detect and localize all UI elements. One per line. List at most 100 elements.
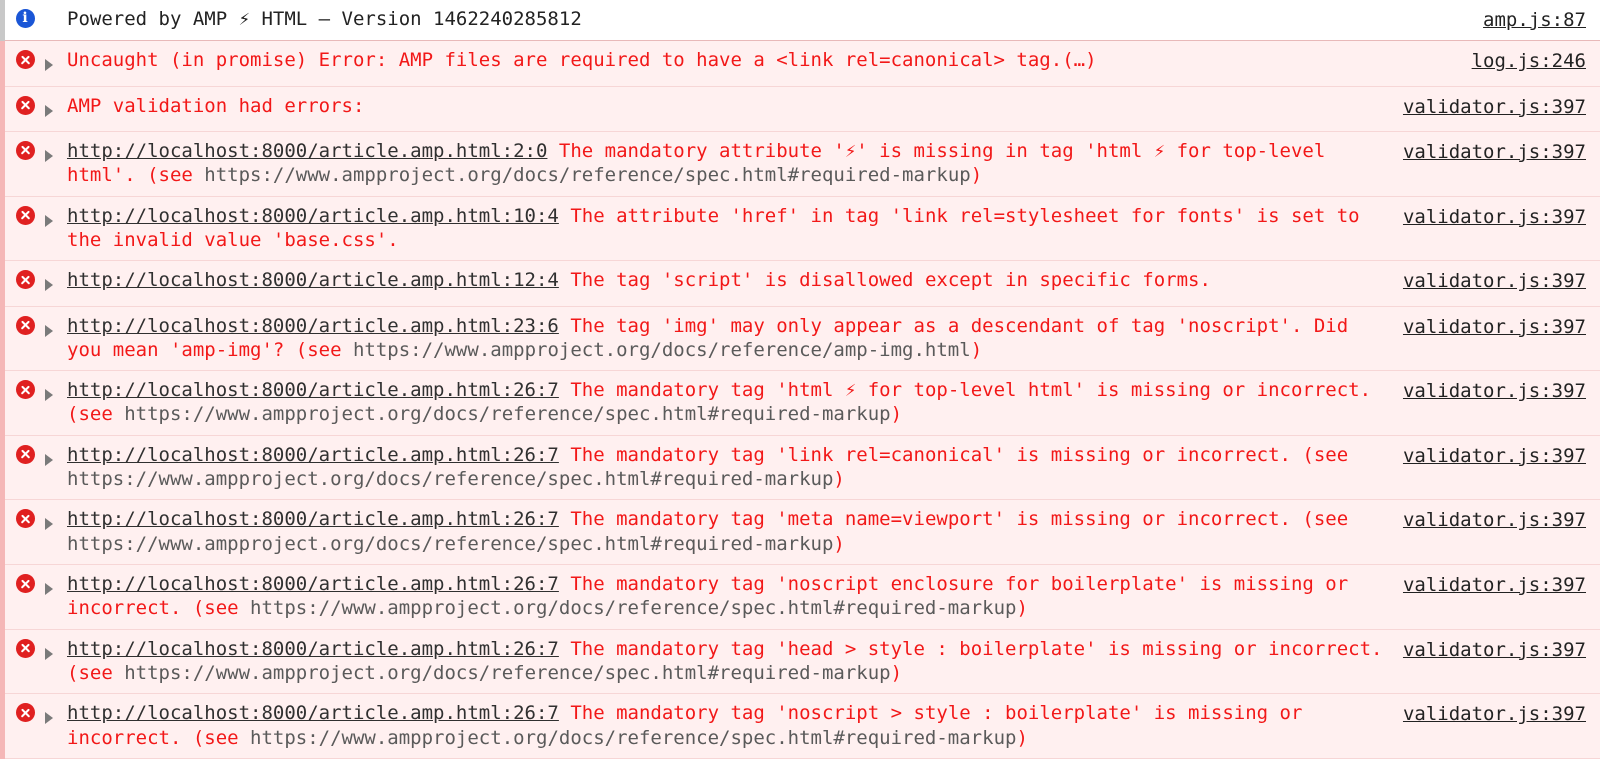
source-url-link[interactable]: http://localhost:8000/article.amp.html:1…	[67, 205, 559, 227]
expand-arrow-icon[interactable]	[45, 139, 67, 168]
message-segment: )	[890, 661, 903, 684]
message-segment: )	[833, 468, 845, 491]
message-level-gutter	[5, 637, 45, 658]
message-segment: )	[1016, 726, 1028, 749]
console-message-row[interactable]: http://localhost:8000/article.amp.html:2…	[0, 371, 1600, 436]
chevron-right-icon	[45, 279, 53, 292]
console-message-text: http://localhost:8000/article.amp.html:1…	[67, 204, 1403, 253]
console-message-row[interactable]: AMP validation had errors: validator.js:3…	[0, 86, 1600, 133]
message-segment: Powered by AMP ⚡ HTML – Version 14622402…	[67, 8, 582, 30]
message-source-link[interactable]: validator.js:397	[1403, 94, 1600, 119]
expand-arrow-icon[interactable]	[45, 637, 67, 666]
console-message-text: Uncaught (in promise) Error: AMP files a…	[67, 48, 1472, 72]
arrow-placeholder	[45, 7, 67, 12]
message-segment: AMP validation had errors:	[67, 94, 365, 117]
error-circle-icon	[15, 703, 35, 723]
message-source-link[interactable]: amp.js:87	[1483, 7, 1600, 32]
message-level-gutter	[5, 378, 45, 400]
source-url-link[interactable]: http://localhost:8000/article.amp.html:2…	[67, 573, 559, 595]
error-circle-icon	[15, 380, 35, 400]
console-message-row[interactable]: http://localhost:8000/article.amp.html:2…	[0, 435, 1600, 501]
console-message-text: http://localhost:8000/article.amp.html:2…	[67, 637, 1403, 686]
source-url-link[interactable]: http://localhost:8000/article.amp.html:2…	[67, 444, 559, 466]
expand-arrow-icon[interactable]	[45, 204, 67, 233]
console-message-text: http://localhost:8000/article.amp.html:2…	[67, 378, 1403, 427]
console-message-row[interactable]: http://localhost:8000/article.amp.html:1…	[0, 196, 1600, 262]
message-level-gutter	[5, 94, 45, 115]
source-url-link[interactable]: http://localhost:8000/article.amp.html:1…	[67, 269, 559, 291]
expand-arrow-icon[interactable]	[45, 94, 67, 123]
source-url-link[interactable]: http://localhost:8000/article.amp.html:2…	[67, 379, 559, 401]
console-message-row[interactable]: Uncaught (in promise) Error: AMP files a…	[0, 41, 1600, 87]
message-source-link[interactable]: validator.js:397	[1403, 268, 1600, 293]
message-segment: )	[970, 338, 983, 361]
expand-arrow-icon[interactable]	[45, 572, 67, 601]
console-message-row[interactable]: http://localhost:8000/article.amp.html:2…	[0, 629, 1600, 695]
source-url-link[interactable]: http://localhost:8000/article.amp.html:2…	[67, 508, 559, 530]
message-segment: )	[890, 403, 903, 426]
console-message-row[interactable]: http://localhost:8000/article.amp.html:2…	[0, 694, 1600, 759]
chevron-right-icon	[45, 647, 53, 660]
message-level-gutter	[5, 314, 45, 335]
console-message-text: http://localhost:8000/article.amp.html:2…	[67, 314, 1403, 363]
message-source-link[interactable]: validator.js:397	[1403, 378, 1600, 403]
message-segment: Uncaught (in promise) Error: AMP files a…	[67, 49, 1097, 72]
error-circle-icon	[15, 574, 35, 593]
console-message-text: http://localhost:8000/article.amp.html:2…	[67, 701, 1403, 750]
console-message-text: http://localhost:8000/article.amp.html:2…	[67, 443, 1403, 492]
error-circle-icon	[15, 50, 35, 70]
chevron-right-icon	[45, 324, 53, 337]
error-circle-icon	[15, 95, 35, 115]
expand-arrow-icon[interactable]	[45, 701, 67, 730]
message-level-gutter	[5, 572, 45, 593]
console-message-text: Powered by AMP ⚡ HTML – Version 14622402…	[67, 7, 1483, 31]
source-url-link[interactable]: http://localhost:8000/article.amp.html:2…	[67, 638, 559, 660]
expand-arrow-icon[interactable]	[45, 378, 67, 407]
message-level-gutter	[5, 204, 45, 225]
devtools-console-panel[interactable]: i Powered by AMP ⚡ HTML – Version 1462240…	[0, 0, 1600, 759]
reference-url-text: https://www.ampproject.org/docs/referenc…	[204, 164, 971, 187]
chevron-right-icon	[45, 214, 53, 227]
chevron-right-icon	[45, 453, 53, 466]
info-circle-icon: i	[15, 9, 35, 28]
console-message-row[interactable]: http://localhost:8000/article.amp.html:1…	[0, 261, 1600, 307]
message-source-link[interactable]: validator.js:397	[1403, 637, 1600, 662]
message-source-link[interactable]: validator.js:397	[1403, 572, 1600, 597]
message-segment: The tag 'script' is disallowed except in…	[558, 269, 1211, 292]
expand-arrow-icon[interactable]	[45, 443, 67, 472]
message-source-link[interactable]: validator.js:397	[1403, 443, 1600, 468]
message-source-link[interactable]: validator.js:397	[1403, 701, 1600, 726]
message-segment: The mandatory tag 'link rel=canonical' i…	[558, 443, 1349, 466]
console-message-row[interactable]: http://localhost:8000/article.amp.html:2…	[0, 131, 1600, 197]
error-circle-icon	[15, 509, 35, 529]
source-url-link[interactable]: http://localhost:8000/article.amp.html:2…	[67, 315, 559, 337]
chevron-right-icon	[45, 149, 53, 162]
console-message-row[interactable]: http://localhost:8000/article.amp.html:2…	[0, 565, 1600, 630]
reference-url-text: https://www.ampproject.org/docs/referenc…	[67, 468, 834, 491]
message-source-link[interactable]: validator.js:397	[1403, 507, 1600, 532]
source-url-link[interactable]: http://localhost:8000/article.amp.html:2…	[67, 702, 559, 724]
expand-arrow-icon[interactable]	[45, 314, 67, 343]
console-message-text: AMP validation had errors:	[67, 94, 1403, 118]
error-circle-icon	[15, 205, 35, 225]
message-level-gutter	[5, 268, 45, 290]
chevron-right-icon	[45, 712, 53, 725]
reference-url-text: https://www.ampproject.org/docs/referenc…	[124, 403, 891, 426]
message-source-link[interactable]: log.js:246	[1472, 48, 1600, 73]
chevron-right-icon	[45, 518, 53, 531]
chevron-right-icon	[45, 59, 53, 72]
console-message-row[interactable]: http://localhost:8000/article.amp.html:2…	[0, 306, 1600, 372]
error-circle-icon	[15, 315, 35, 335]
console-message-row[interactable]: http://localhost:8000/article.amp.html:2…	[0, 500, 1600, 565]
error-circle-icon	[15, 140, 35, 160]
expand-arrow-icon[interactable]	[45, 268, 67, 297]
expand-arrow-icon[interactable]	[45, 507, 67, 536]
message-source-link[interactable]: validator.js:397	[1403, 204, 1600, 229]
console-message-text: http://localhost:8000/article.amp.html:2…	[67, 507, 1403, 556]
source-url-link[interactable]: http://localhost:8000/article.amp.html:2…	[67, 140, 547, 162]
expand-arrow-icon[interactable]	[45, 48, 67, 77]
console-message-row[interactable]: i Powered by AMP ⚡ HTML – Version 1462240…	[5, 0, 1600, 42]
message-level-gutter	[5, 701, 45, 723]
message-source-link[interactable]: validator.js:397	[1403, 139, 1600, 164]
message-source-link[interactable]: validator.js:397	[1403, 314, 1600, 339]
